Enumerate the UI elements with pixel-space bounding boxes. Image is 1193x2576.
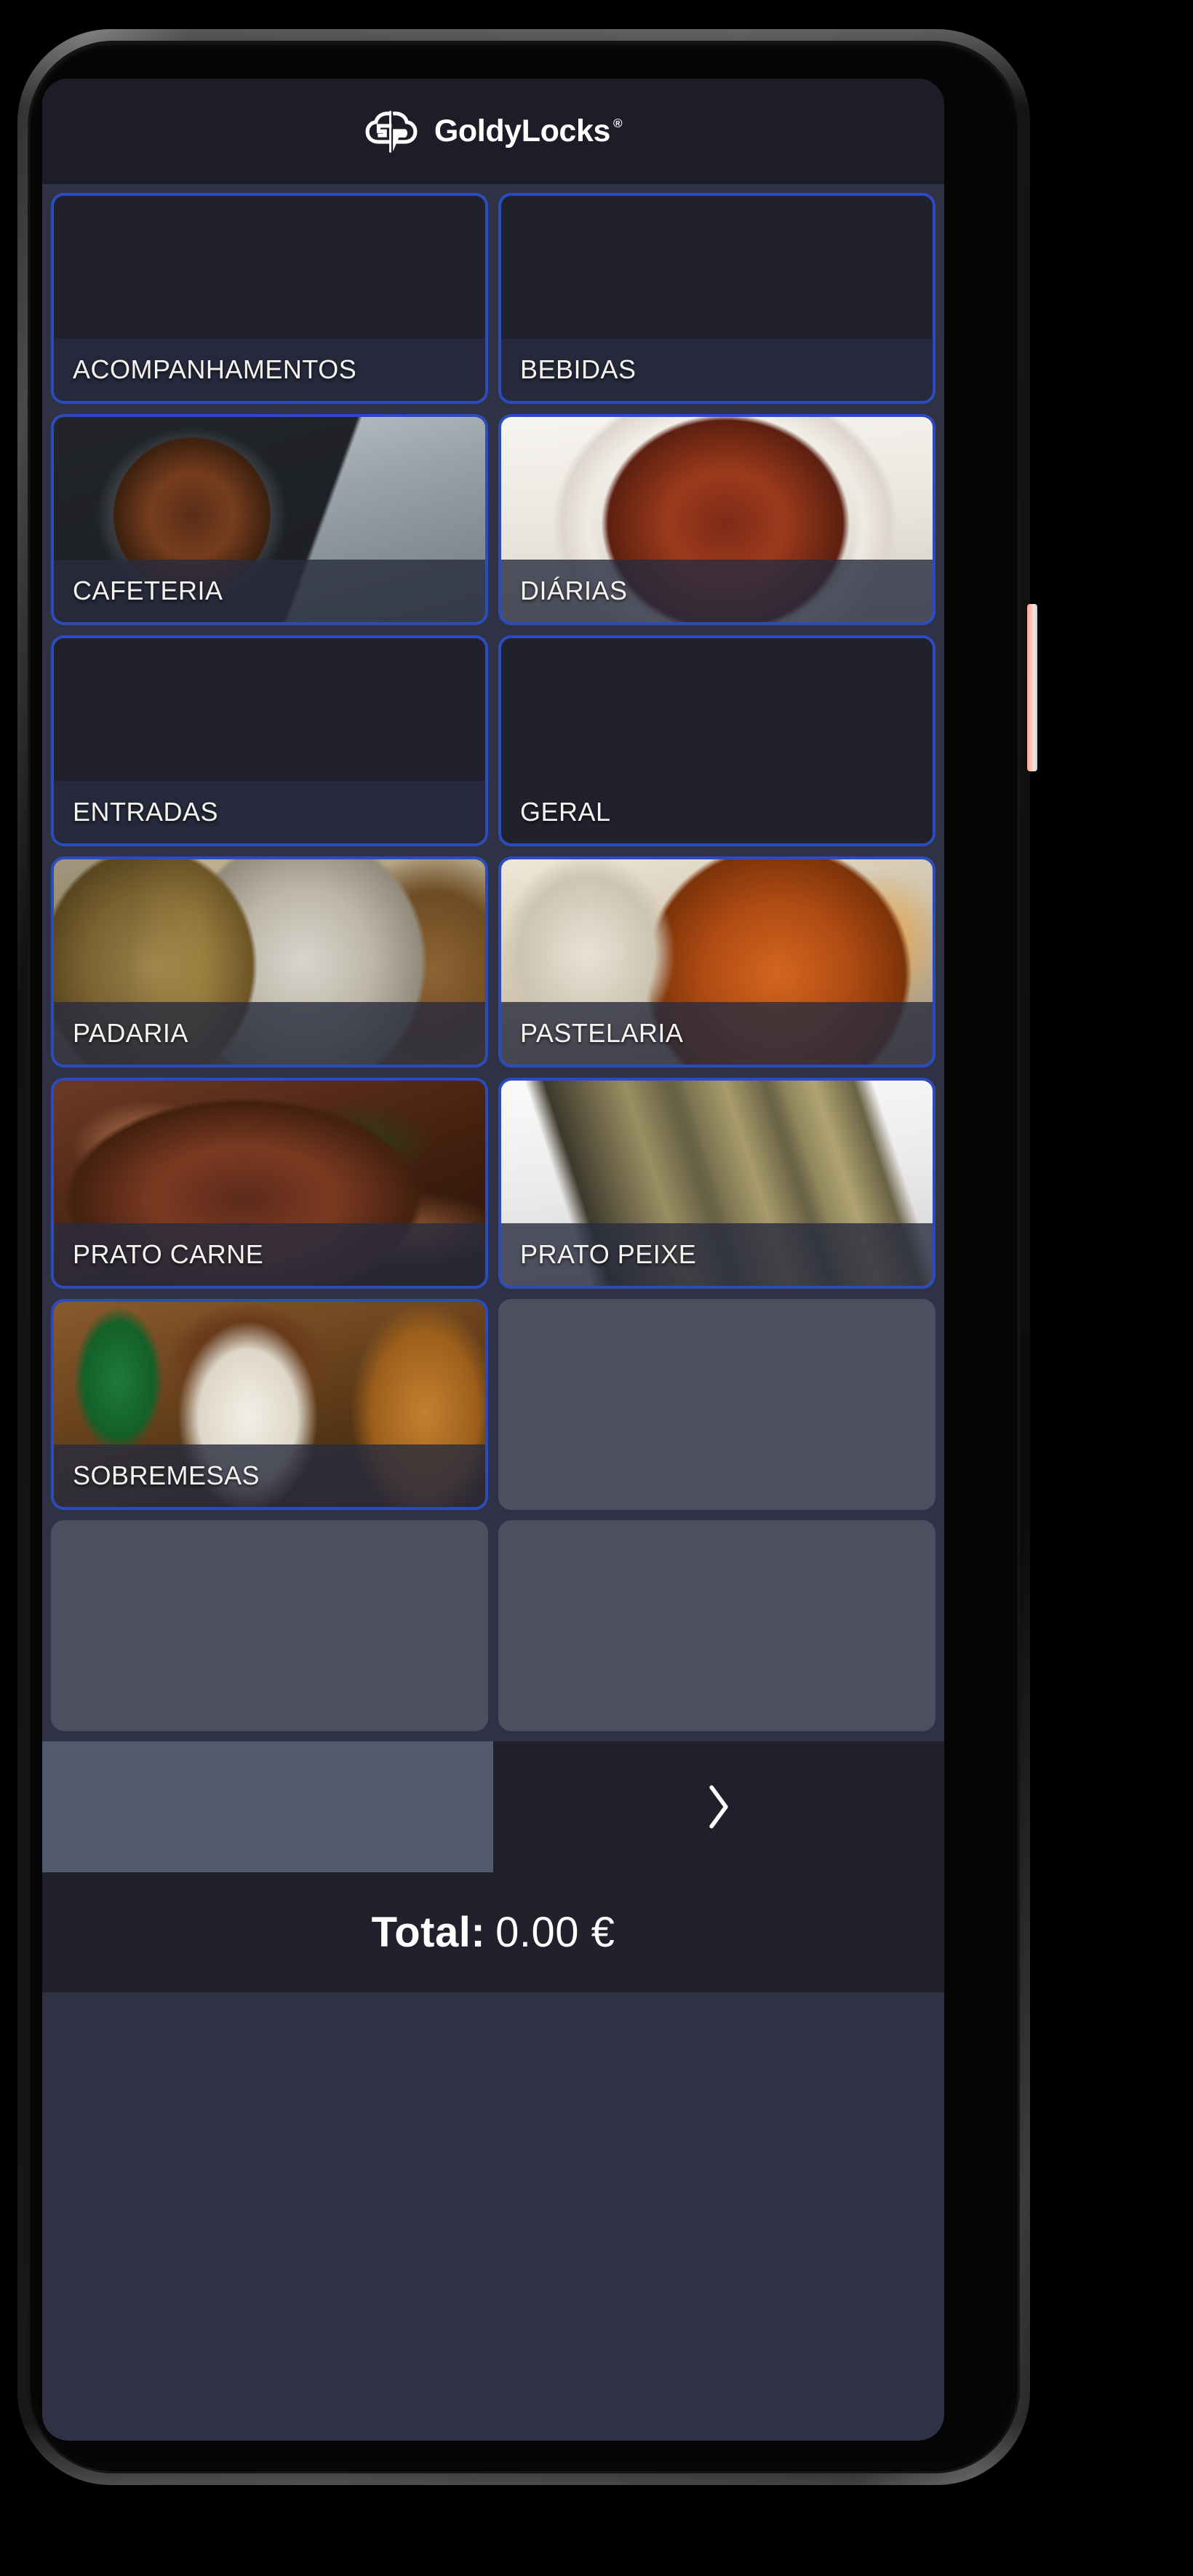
power-button[interactable] [1027,604,1037,771]
total-label: Total: [372,1908,486,1957]
category-label-bar: PRATO CARNE [54,1223,485,1286]
category-label: PADARIA [54,1018,188,1049]
category-label-bar: GERAL [501,781,933,843]
category-tile[interactable]: SOBREMESAS [51,1299,488,1510]
category-tile-empty[interactable] [498,1299,935,1510]
category-label-bar: ACOMPANHAMENTOS [54,338,485,401]
category-label: DIÁRIAS [501,576,628,606]
category-label-bar: ENTRADAS [54,781,485,843]
category-label: BEBIDAS [501,354,637,385]
category-tile[interactable]: ACOMPANHAMENTOS [51,193,488,404]
category-tile[interactable]: GERAL [498,635,935,846]
category-label: GERAL [501,797,611,827]
category-tile-empty[interactable] [498,1520,935,1731]
category-tile[interactable]: PADARIA [51,856,488,1068]
category-grid: ACOMPANHAMENTOS BEBIDAS CAFETERIA DIÁRIAS EN… [42,184,944,1731]
category-label-bar: DIÁRIAS [501,560,933,622]
category-tile-empty[interactable] [51,1520,488,1731]
category-tile[interactable]: PRATO CARNE [51,1078,488,1289]
category-tile[interactable]: PRATO PEIXE [498,1078,935,1289]
category-label-bar: BEBIDAS [501,338,933,401]
category-label-bar: PRATO PEIXE [501,1223,933,1286]
action-row [42,1741,944,1872]
category-label-bar: SOBREMESAS [54,1444,485,1507]
total-bar: Total: 0.00 € [42,1872,944,1992]
phone-mockup: GoldyLocks ® ACOMPANHAMENTOS BEBIDAS CAFET… [17,29,1030,2485]
category-label-bar: CAFETERIA [54,560,485,622]
category-tile[interactable]: DIÁRIAS [498,414,935,625]
category-label: ACOMPANHAMENTOS [54,354,356,385]
category-label: PRATO CARNE [54,1239,263,1270]
brand-title: GoldyLocks ® [434,116,622,147]
chevron-right-icon [706,1784,731,1829]
category-tile[interactable]: PASTELARIA [498,856,935,1068]
total-value: 0.00 € [495,1908,615,1957]
category-tile[interactable]: ENTRADAS [51,635,488,846]
category-label: SOBREMESAS [54,1460,260,1491]
phone-screen: GoldyLocks ® ACOMPANHAMENTOS BEBIDAS CAFET… [42,79,944,2441]
action-left-button[interactable] [42,1741,493,1872]
next-page-button[interactable] [493,1741,944,1872]
category-label-bar: PADARIA [54,1002,485,1065]
category-label: PRATO PEIXE [501,1239,696,1270]
category-tile[interactable]: CAFETERIA [51,414,488,625]
brand-registered-mark: ® [613,117,622,130]
brand-name: GoldyLocks [434,116,610,147]
app-header: GoldyLocks ® [42,79,944,184]
category-label: ENTRADAS [54,797,218,827]
category-label: CAFETERIA [54,576,223,606]
category-label: PASTELARIA [501,1018,683,1049]
category-label-bar: PASTELARIA [501,1002,933,1065]
category-tile[interactable]: BEBIDAS [498,193,935,404]
goldylocks-cloud-logo-icon [364,110,418,154]
